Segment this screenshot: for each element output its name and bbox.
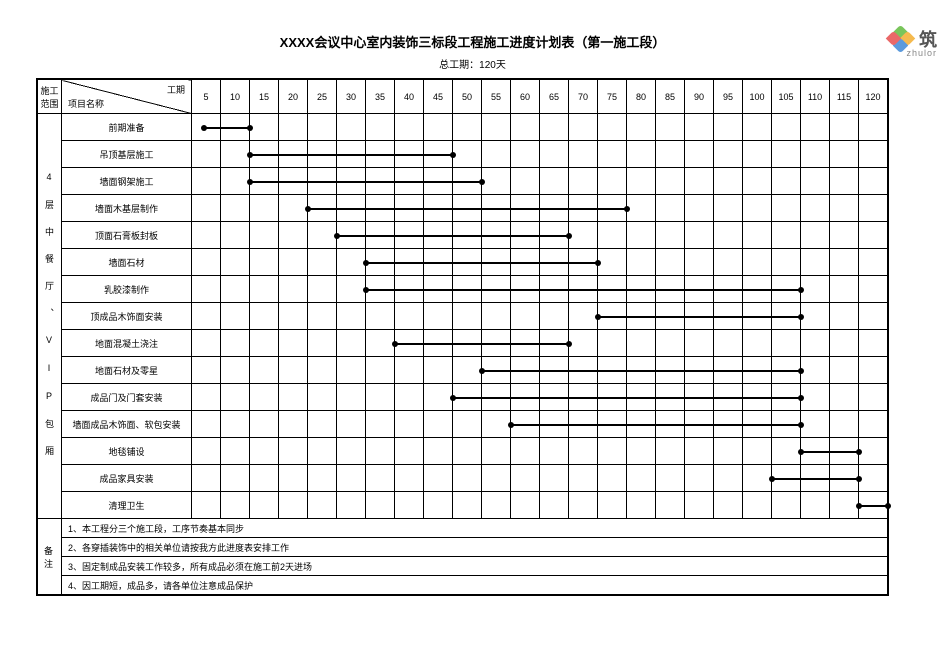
gantt-table: 施工范围 工期 项目名称 510152025303540455055606570… xyxy=(36,78,889,596)
gantt-cell xyxy=(192,249,221,276)
task-name: 地面混凝土浇注 xyxy=(62,330,192,357)
tick-header: 105 xyxy=(772,80,801,114)
gantt-cell xyxy=(192,330,221,357)
gantt-bar xyxy=(366,262,598,264)
task-name: 地毯铺设 xyxy=(62,438,192,465)
gantt-bar xyxy=(801,451,859,453)
tick-header: 35 xyxy=(366,80,395,114)
gantt-cell xyxy=(192,303,221,330)
gantt-cell xyxy=(192,411,221,438)
note-line: 4、因工期短，成品多，请各单位注意成品保护 xyxy=(62,576,888,595)
tick-header: 20 xyxy=(279,80,308,114)
tick-header: 70 xyxy=(569,80,598,114)
task-name: 清理卫生 xyxy=(62,492,192,519)
gantt-bar xyxy=(250,181,482,183)
header-diagonal: 工期 项目名称 xyxy=(62,80,192,114)
tick-header: 50 xyxy=(453,80,482,114)
gantt-cell xyxy=(192,492,221,519)
header-scope: 施工范围 xyxy=(38,80,62,114)
gantt-cell xyxy=(192,276,221,303)
gantt-bar xyxy=(772,478,859,480)
task-name: 乳胶漆制作 xyxy=(62,276,192,303)
gantt-bar xyxy=(204,127,250,129)
gantt-bar xyxy=(250,154,453,156)
tick-header: 80 xyxy=(627,80,656,114)
tick-header: 60 xyxy=(511,80,540,114)
tick-header: 120 xyxy=(859,80,888,114)
tick-header: 65 xyxy=(540,80,569,114)
tick-header: 115 xyxy=(830,80,859,114)
task-name: 顶成品木饰面安装 xyxy=(62,303,192,330)
scope-cell: 4 层 中 餐 厅 、 V I P 包 厢 xyxy=(38,114,62,519)
page-subtitle: 总工期：120天 xyxy=(0,56,945,71)
task-name: 墙面木基层制作 xyxy=(62,195,192,222)
page-title: XXXX会议中心室内装饰三标段工程施工进度计划表（第一施工段） xyxy=(0,32,945,51)
tick-header: 95 xyxy=(714,80,743,114)
notes-label-cell: 备注 xyxy=(38,519,62,595)
task-name: 墙面石材 xyxy=(62,249,192,276)
tick-header: 45 xyxy=(424,80,453,114)
task-name: 地面石材及零星 xyxy=(62,357,192,384)
task-name: 顶面石膏板封板 xyxy=(62,222,192,249)
gantt-cell xyxy=(192,195,221,222)
tick-header: 25 xyxy=(308,80,337,114)
tick-header: 55 xyxy=(482,80,511,114)
gantt-bar xyxy=(482,370,801,372)
task-name: 墙面钢架施工 xyxy=(62,168,192,195)
gantt-cell xyxy=(192,168,221,195)
scope-label: 4 层 中 餐 厅 、 V I P 包 厢 xyxy=(43,172,56,459)
gantt-bar xyxy=(366,289,801,291)
gantt-bar xyxy=(395,343,569,345)
gantt-cell xyxy=(192,114,221,141)
tick-header: 85 xyxy=(656,80,685,114)
note-line: 3、固定制成品安装工作较多，所有成品必须在施工前2天进场 xyxy=(62,557,888,576)
watermark-subtext: zhulor xyxy=(906,48,937,58)
gantt-cell xyxy=(192,384,221,411)
task-name: 成品家具安装 xyxy=(62,465,192,492)
gantt-bar xyxy=(453,397,801,399)
gantt-bar xyxy=(308,208,627,210)
tick-header: 15 xyxy=(250,80,279,114)
note-line: 1、本工程分三个施工段，工序节奏基本同步 xyxy=(62,519,888,538)
note-line: 2、各穿插装饰中的相关单位请按我方此进度表安排工作 xyxy=(62,538,888,557)
gantt-bar xyxy=(511,424,801,426)
gantt-cell xyxy=(192,357,221,384)
task-name: 墙面成品木饰面、软包安装 xyxy=(62,411,192,438)
tick-header: 100 xyxy=(743,80,772,114)
tick-header: 10 xyxy=(221,80,250,114)
tick-header: 30 xyxy=(337,80,366,114)
gantt-cell xyxy=(192,222,221,249)
gantt-bar xyxy=(598,316,801,318)
tick-header: 40 xyxy=(395,80,424,114)
gantt-cell xyxy=(192,438,221,465)
tick-header: 90 xyxy=(685,80,714,114)
gantt-cell xyxy=(192,465,221,492)
task-name: 成品门及门套安装 xyxy=(62,384,192,411)
tick-header: 5 xyxy=(192,80,221,114)
tick-header: 110 xyxy=(801,80,830,114)
header-item-label: 项目名称 xyxy=(68,97,104,110)
header-duration-label: 工期 xyxy=(167,83,185,96)
gantt-bar xyxy=(337,235,569,237)
task-name: 前期准备 xyxy=(62,114,192,141)
gantt-bar xyxy=(859,505,888,507)
tick-header: 75 xyxy=(598,80,627,114)
task-name: 吊顶基层施工 xyxy=(62,141,192,168)
gantt-cell xyxy=(192,141,221,168)
